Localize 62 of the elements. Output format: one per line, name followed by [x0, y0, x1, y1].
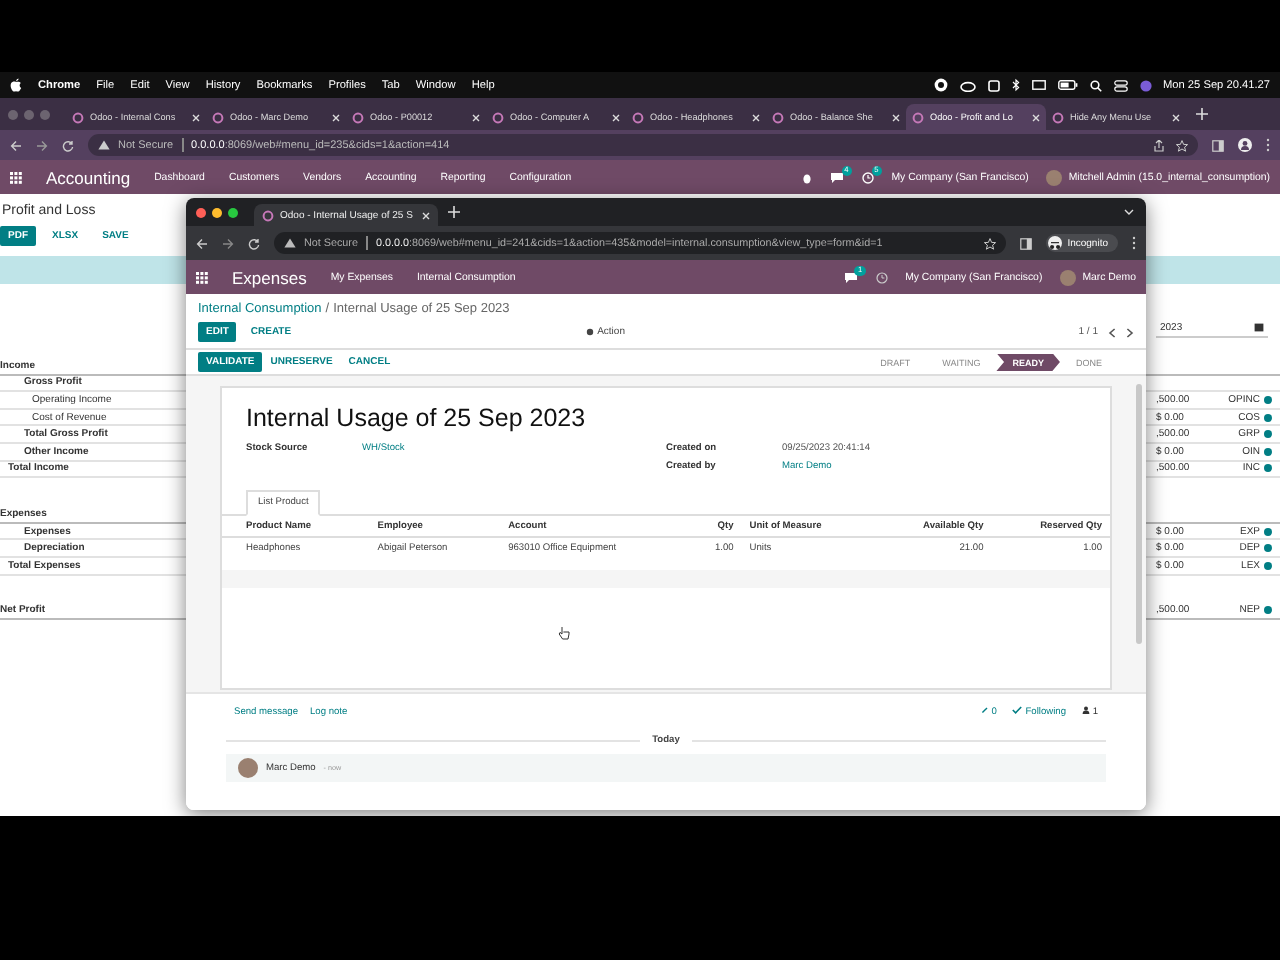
share-icon[interactable] — [1154, 139, 1164, 151]
new-tab-icon[interactable] — [1196, 108, 1208, 120]
close-icon[interactable] — [892, 113, 900, 121]
close-icon[interactable] — [1032, 113, 1040, 121]
forward-arrow-icon[interactable] — [222, 237, 234, 249]
reload-icon[interactable] — [62, 139, 74, 151]
star-icon[interactable] — [1176, 139, 1188, 151]
hand-cursor-icon — [558, 626, 570, 640]
profile-icon[interactable] — [1238, 138, 1252, 152]
scrollbar-thumb[interactable] — [1136, 384, 1142, 644]
close-window-button[interactable] — [196, 207, 206, 217]
odoo-logo-icon — [262, 209, 274, 221]
author-avatar — [238, 758, 258, 778]
check-icon — [1012, 706, 1023, 714]
odoo-logo-icon — [632, 111, 644, 123]
close-icon[interactable] — [612, 113, 620, 121]
odoo-logo-icon — [492, 111, 504, 123]
app-name[interactable]: Accounting — [46, 167, 131, 187]
close-icon[interactable] — [192, 113, 200, 121]
close-icon[interactable] — [472, 113, 480, 121]
record-icon[interactable] — [933, 78, 947, 92]
info-icon[interactable] — [1264, 606, 1272, 615]
previous-icon[interactable] — [1108, 327, 1116, 337]
control-center-icon[interactable] — [1113, 79, 1127, 91]
chat-icon[interactable] — [829, 171, 844, 183]
odoo-logo-icon — [912, 111, 924, 123]
battery-icon[interactable] — [1057, 80, 1077, 90]
back-arrow-icon[interactable] — [10, 139, 22, 151]
box-icon[interactable] — [987, 79, 999, 91]
person-icon — [1081, 706, 1090, 714]
search-icon[interactable] — [1089, 79, 1101, 91]
apps-menu-icon[interactable] — [196, 271, 208, 283]
back-arrow-icon[interactable] — [196, 237, 208, 249]
zoom-window-button[interactable] — [228, 207, 238, 217]
star-icon[interactable] — [983, 237, 996, 249]
close-icon[interactable] — [1172, 113, 1180, 121]
side-panel-icon[interactable] — [1212, 139, 1224, 151]
clock-icon[interactable] — [875, 271, 888, 283]
incognito-icon — [1047, 236, 1062, 250]
apple-logo-icon[interactable] — [10, 78, 22, 92]
reload-icon[interactable] — [248, 237, 260, 249]
odoo-logo-icon — [1052, 111, 1064, 123]
odoo-logo-icon — [212, 111, 224, 123]
record-title: Internal Usage of 25 Sep 2023 — [244, 402, 588, 436]
apps-menu-icon[interactable] — [10, 171, 22, 183]
odoo-logo-icon — [352, 111, 364, 123]
close-icon[interactable] — [752, 113, 760, 121]
minimize-window-button[interactable] — [212, 207, 222, 217]
warning-icon — [284, 238, 296, 248]
tab-search-icon[interactable] — [1124, 208, 1134, 216]
app-name[interactable]: Expenses — [232, 267, 307, 287]
next-icon[interactable] — [1126, 327, 1134, 337]
odoo-logo-icon — [72, 111, 84, 123]
new-tab-icon[interactable] — [448, 206, 460, 218]
warning-icon — [98, 140, 110, 150]
chat-icon[interactable] — [843, 271, 858, 283]
close-icon[interactable] — [422, 211, 430, 219]
close-icon[interactable] — [332, 113, 340, 121]
bluetooth-icon[interactable] — [1011, 78, 1019, 92]
side-panel-icon[interactable] — [1019, 237, 1032, 249]
forward-arrow-icon[interactable] — [36, 139, 48, 151]
odoo-logo-icon — [772, 111, 784, 123]
